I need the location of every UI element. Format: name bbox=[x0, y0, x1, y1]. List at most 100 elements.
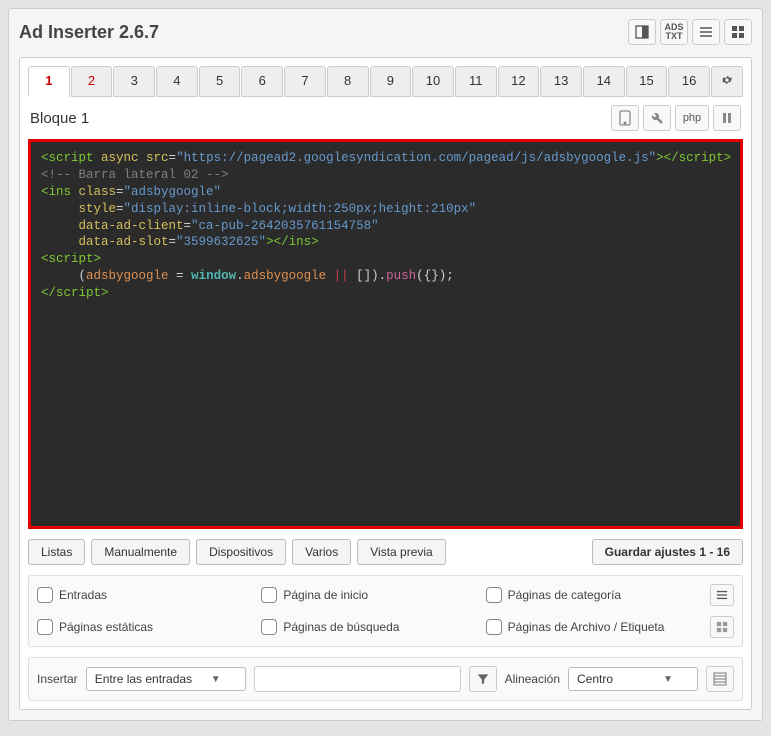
paginas-categoria-label: Páginas de categoría bbox=[508, 588, 621, 602]
insert-row: Insertar Entre las entradas ▼ Alineación… bbox=[28, 657, 743, 701]
pagina-inicio-checkbox[interactable] bbox=[261, 587, 277, 603]
code-token: = bbox=[184, 219, 192, 233]
code-token: script bbox=[679, 151, 724, 165]
alineacion-value: Centro bbox=[577, 672, 613, 686]
ads-txt-icon[interactable]: ADSTXT bbox=[660, 19, 688, 45]
dispositivos-button[interactable]: Dispositivos bbox=[196, 539, 286, 565]
paginas-busqueda-label: Páginas de búsqueda bbox=[283, 620, 399, 634]
tab-1[interactable]: 1 bbox=[28, 66, 70, 97]
button-row: Listas Manualmente Dispositivos Varios V… bbox=[28, 539, 743, 565]
code-token: ( bbox=[79, 269, 87, 283]
code-token: async bbox=[94, 151, 139, 165]
main-container: Ad Inserter 2.6.7 ADSTXT 1 2 3 4 5 6 7 8… bbox=[8, 8, 763, 721]
insertar-select[interactable]: Entre las entradas ▼ bbox=[86, 667, 246, 691]
code-token: style bbox=[41, 202, 116, 216]
code-token: > bbox=[724, 151, 732, 165]
list-view-icon[interactable] bbox=[710, 584, 734, 606]
paginas-estaticas-checkbox[interactable] bbox=[37, 619, 53, 635]
paginas-busqueda-checkbox[interactable] bbox=[261, 619, 277, 635]
code-token: src bbox=[139, 151, 169, 165]
grid-icon[interactable] bbox=[724, 19, 752, 45]
code-token: ). bbox=[371, 269, 386, 283]
code-token: "3599632625" bbox=[176, 235, 266, 249]
listas-button[interactable]: Listas bbox=[28, 539, 85, 565]
code-token: {} bbox=[424, 269, 439, 283]
alineacion-select[interactable]: Centro ▼ bbox=[568, 667, 698, 691]
vista-previa-button[interactable]: Vista previa bbox=[357, 539, 445, 565]
block-tabs: 1 2 3 4 5 6 7 8 9 10 11 12 13 14 15 16 bbox=[28, 66, 743, 97]
code-token: "display:inline-block;width:250px;height… bbox=[124, 202, 477, 216]
tab-12[interactable]: 12 bbox=[498, 66, 540, 97]
chevron-down-icon: ▼ bbox=[211, 674, 221, 685]
code-token: ></ bbox=[656, 151, 679, 165]
checkbox-section: Entradas Página de inicio Páginas de cat… bbox=[28, 575, 743, 647]
grid-view-icon[interactable] bbox=[710, 616, 734, 638]
guardar-button[interactable]: Guardar ajustes 1 - 16 bbox=[592, 539, 743, 565]
tab-9[interactable]: 9 bbox=[370, 66, 412, 97]
block-header: Bloque 1 php bbox=[28, 101, 743, 139]
code-editor[interactable]: <script async src = "https://pagead2.googl… bbox=[28, 139, 743, 529]
code-token: class bbox=[71, 185, 116, 199]
layout-preview-icon[interactable] bbox=[706, 666, 734, 692]
entradas-checkbox[interactable] bbox=[37, 587, 53, 603]
list-icon[interactable] bbox=[692, 19, 720, 45]
content-panel: 1 2 3 4 5 6 7 8 9 10 11 12 13 14 15 16 B… bbox=[19, 57, 752, 710]
php-toggle[interactable]: php bbox=[675, 105, 709, 131]
page-title: Ad Inserter 2.6.7 bbox=[19, 22, 159, 43]
paginas-archivo-checkbox[interactable] bbox=[486, 619, 502, 635]
code-token: . bbox=[236, 269, 244, 283]
code-token: script bbox=[56, 286, 101, 300]
code-token: "https://pagead2.googlesyndication.com/p… bbox=[176, 151, 656, 165]
tab-3[interactable]: 3 bbox=[113, 66, 155, 97]
code-token: push bbox=[386, 269, 416, 283]
code-token: ); bbox=[439, 269, 454, 283]
pagina-inicio-label: Página de inicio bbox=[283, 588, 368, 602]
code-token: "adsbygoogle" bbox=[124, 185, 222, 199]
filter-input[interactable] bbox=[254, 666, 461, 692]
entradas-label: Entradas bbox=[59, 588, 107, 602]
alineacion-label: Alineación bbox=[505, 672, 560, 686]
tab-8[interactable]: 8 bbox=[327, 66, 369, 97]
code-token: = bbox=[169, 269, 192, 283]
tab-13[interactable]: 13 bbox=[540, 66, 582, 97]
tab-11[interactable]: 11 bbox=[455, 66, 497, 97]
chevron-down-icon: ▼ bbox=[663, 674, 673, 685]
filter-icon[interactable] bbox=[469, 666, 497, 692]
tab-5[interactable]: 5 bbox=[199, 66, 241, 97]
manualmente-button[interactable]: Manualmente bbox=[91, 539, 190, 565]
header: Ad Inserter 2.6.7 ADSTXT bbox=[19, 19, 752, 45]
wrench-icon[interactable] bbox=[643, 105, 671, 131]
tab-4[interactable]: 4 bbox=[156, 66, 198, 97]
code-token: </ bbox=[41, 286, 56, 300]
code-token bbox=[41, 269, 79, 283]
code-token: || bbox=[326, 269, 356, 283]
tab-settings[interactable] bbox=[711, 66, 743, 97]
code-token: <!-- Barra lateral 02 --> bbox=[41, 168, 229, 182]
block-toolbar: php bbox=[611, 105, 741, 131]
layout-icon[interactable] bbox=[628, 19, 656, 45]
code-token: = bbox=[116, 202, 124, 216]
insertar-label: Insertar bbox=[37, 672, 78, 686]
pause-icon[interactable] bbox=[713, 105, 741, 131]
paginas-archivo-label: Páginas de Archivo / Etiqueta bbox=[508, 620, 665, 634]
tab-10[interactable]: 10 bbox=[412, 66, 454, 97]
varios-button[interactable]: Varios bbox=[292, 539, 351, 565]
code-token: window bbox=[191, 269, 236, 283]
tab-2[interactable]: 2 bbox=[71, 66, 113, 97]
tab-15[interactable]: 15 bbox=[626, 66, 668, 97]
code-token: <script bbox=[41, 151, 94, 165]
paginas-categoria-checkbox[interactable] bbox=[486, 587, 502, 603]
code-token: adsbygoogle bbox=[86, 269, 169, 283]
code-token: <script> bbox=[41, 252, 101, 266]
device-icon[interactable] bbox=[611, 105, 639, 131]
tab-6[interactable]: 6 bbox=[241, 66, 283, 97]
code-token: <ins bbox=[41, 185, 71, 199]
tab-14[interactable]: 14 bbox=[583, 66, 625, 97]
code-token: [] bbox=[356, 269, 371, 283]
paginas-estaticas-label: Páginas estáticas bbox=[59, 620, 153, 634]
code-token: data-ad-slot bbox=[41, 235, 169, 249]
tab-7[interactable]: 7 bbox=[284, 66, 326, 97]
tab-16[interactable]: 16 bbox=[668, 66, 710, 97]
insertar-value: Entre las entradas bbox=[95, 672, 192, 686]
code-token: = bbox=[169, 235, 177, 249]
